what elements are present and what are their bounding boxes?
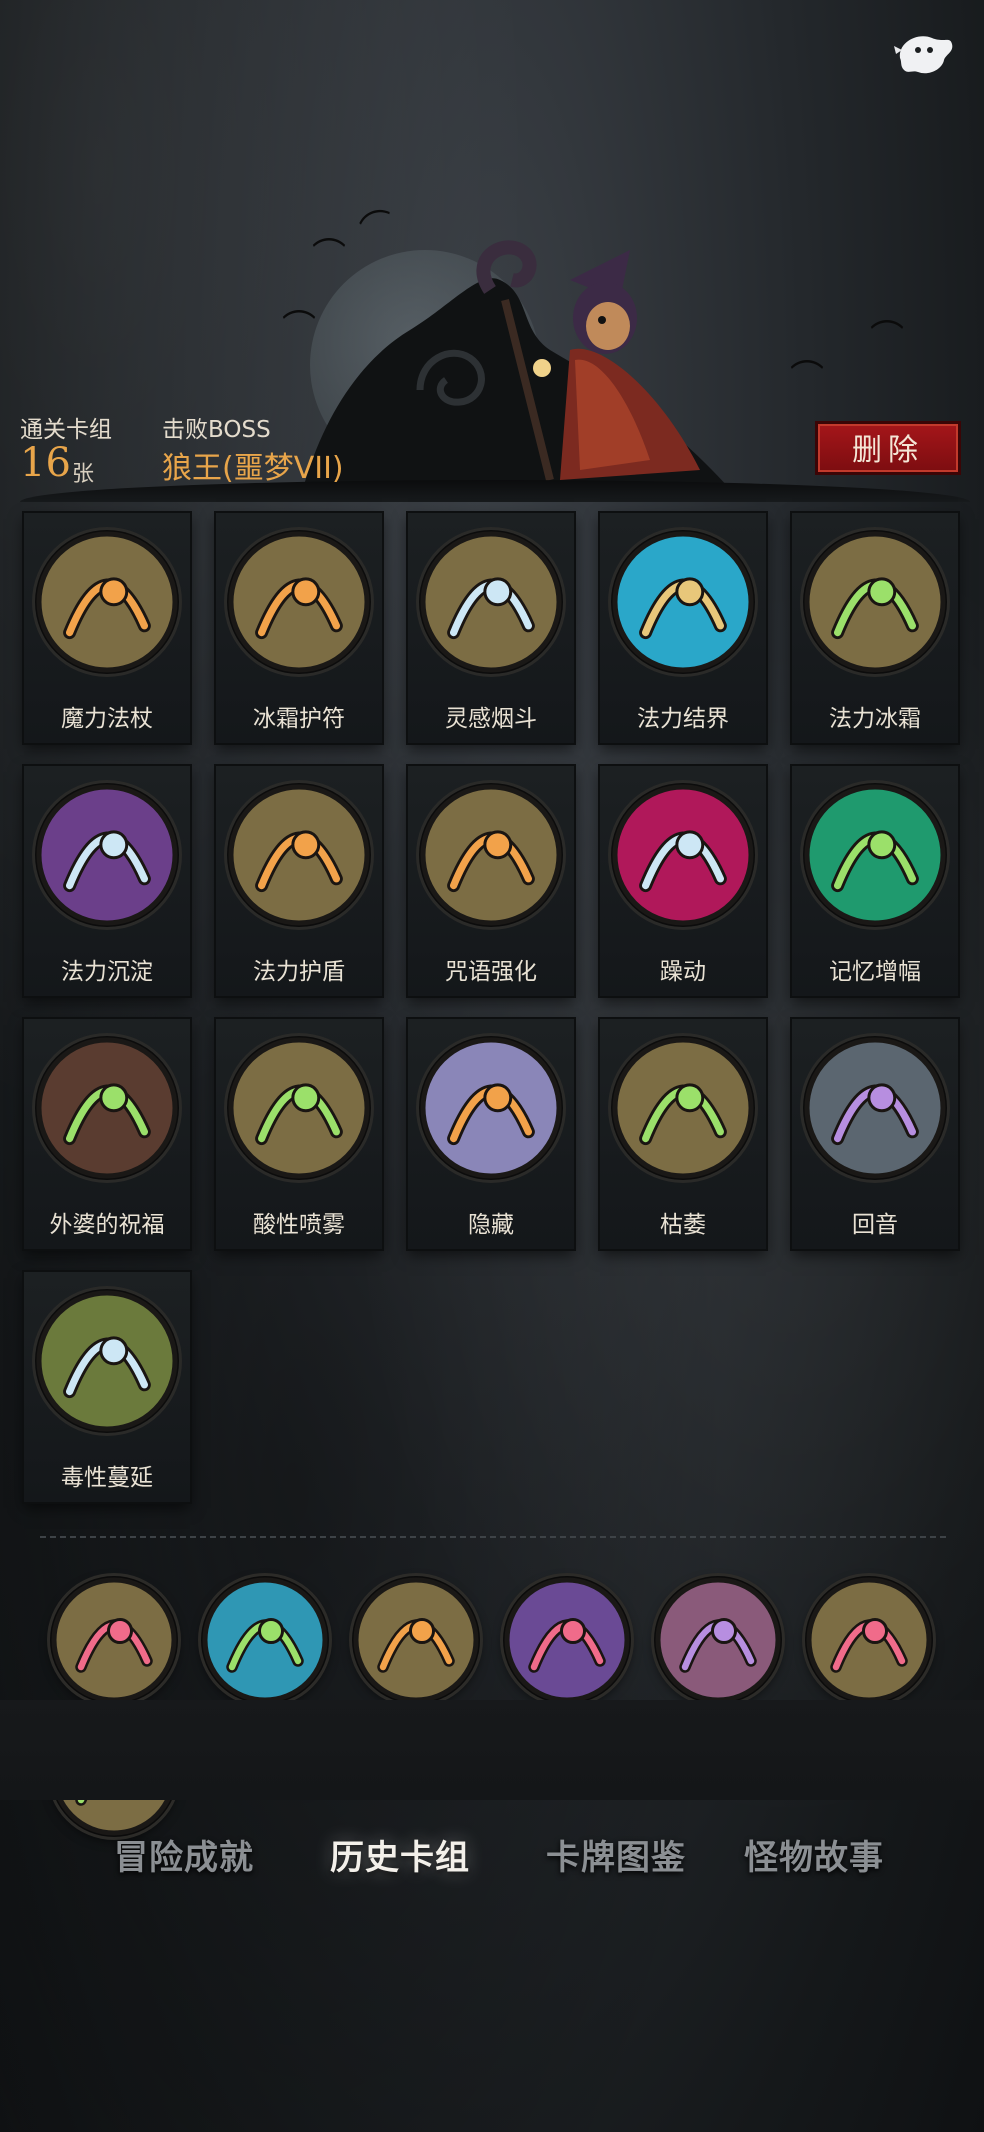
card-pack-relic-icon[interactable] xyxy=(352,1576,480,1704)
card-name: 外婆的祝福 xyxy=(49,1212,165,1238)
card-name: 毒性蔓延 xyxy=(61,1465,153,1491)
toxic-spread-icon xyxy=(35,1289,179,1433)
bat-icon: ⌒ xyxy=(312,236,346,276)
card-item[interactable]: 咒语强化 xyxy=(408,766,574,996)
mana-sediment-icon xyxy=(35,783,179,927)
card-name: 咒语强化 xyxy=(445,959,537,985)
dragon-relic-icon[interactable] xyxy=(503,1576,631,1704)
tab-history-deck[interactable]: 历史卡组 xyxy=(330,1830,470,1879)
tab-monster-stories[interactable]: 怪物故事 xyxy=(744,1830,884,1879)
ice-cave-relic-icon[interactable] xyxy=(201,1576,329,1704)
card-name: 回音 xyxy=(852,1212,898,1238)
pirate-relic-icon[interactable] xyxy=(805,1576,933,1704)
card-name: 枯萎 xyxy=(660,1212,706,1238)
staff-icon xyxy=(35,530,179,674)
grandma-blessing-icon xyxy=(35,1036,179,1180)
card-item[interactable]: 法力护盾 xyxy=(216,766,382,996)
card-item[interactable]: 法力沉淀 xyxy=(24,766,190,996)
card-item[interactable]: 灵感烟斗 xyxy=(408,513,574,743)
bat-icon: ⌒ xyxy=(870,318,904,358)
ghost-icon-button[interactable] xyxy=(888,24,958,84)
delete-button[interactable]: 删除 xyxy=(815,421,961,475)
bat-icon: ⌒ xyxy=(790,358,824,398)
hide-icon xyxy=(419,1036,563,1180)
mana-frost-icon xyxy=(803,530,947,674)
spellbook-relic-icon[interactable] xyxy=(50,1576,178,1704)
card-name: 灵感烟斗 xyxy=(445,706,537,732)
cleared-deck-label: 通关卡组 xyxy=(20,417,112,443)
restless-icon xyxy=(611,783,755,927)
card-name: 法力沉淀 xyxy=(61,959,153,985)
spell-boost-icon xyxy=(419,783,563,927)
card-item[interactable]: 记忆增幅 xyxy=(792,766,958,996)
card-item[interactable]: 枯萎 xyxy=(600,1019,766,1249)
card-item[interactable]: 魔力法杖 xyxy=(24,513,190,743)
gargoyle-relic-icon[interactable] xyxy=(654,1576,782,1704)
card-name: 酸性喷雾 xyxy=(253,1212,345,1238)
pipe-icon xyxy=(419,530,563,674)
defeated-boss-label: 击败BOSS xyxy=(162,417,271,443)
card-name: 魔力法杖 xyxy=(61,706,153,732)
mana-barrier-icon xyxy=(611,530,755,674)
wither-icon xyxy=(611,1036,755,1180)
card-name: 法力结界 xyxy=(637,706,729,732)
card-item[interactable]: 毒性蔓延 xyxy=(24,1272,190,1502)
card-name: 冰霜护符 xyxy=(253,706,345,732)
card-item[interactable]: 冰霜护符 xyxy=(216,513,382,743)
card-name: 躁动 xyxy=(660,959,706,985)
card-name: 隐藏 xyxy=(468,1212,514,1238)
card-item[interactable]: 酸性喷雾 xyxy=(216,1019,382,1249)
memory-amp-icon xyxy=(803,783,947,927)
section-divider xyxy=(40,1536,946,1538)
card-item[interactable]: 隐藏 xyxy=(408,1019,574,1249)
card-name: 法力护盾 xyxy=(253,959,345,985)
tab-adventure-achievements[interactable]: 冒险成就 xyxy=(114,1830,254,1879)
bottom-tab-bar: 冒险成就 历史卡组 卡牌图鉴 怪物故事 xyxy=(0,1830,984,1890)
card-name: 法力冰霜 xyxy=(829,706,921,732)
defeated-boss-name: 狼王(噩梦VII) xyxy=(162,451,344,486)
cleared-deck-unit: 张 xyxy=(72,462,95,487)
bat-icon: ⌒ xyxy=(282,308,316,348)
card-item[interactable]: 躁动 xyxy=(600,766,766,996)
acid-spray-icon xyxy=(227,1036,371,1180)
echo-icon xyxy=(803,1036,947,1180)
card-name: 记忆增幅 xyxy=(829,959,921,985)
card-item[interactable]: 法力冰霜 xyxy=(792,513,958,743)
mana-shield-icon xyxy=(227,783,371,927)
witch-illustration xyxy=(300,240,740,500)
frost-amulet-icon xyxy=(227,530,371,674)
card-item[interactable]: 法力结界 xyxy=(600,513,766,743)
tab-card-compendium[interactable]: 卡牌图鉴 xyxy=(546,1830,686,1879)
cleared-deck-count: 16 xyxy=(20,440,71,486)
card-item[interactable]: 外婆的祝福 xyxy=(24,1019,190,1249)
relic-overflow-mask xyxy=(0,1700,984,1800)
card-item[interactable]: 回音 xyxy=(792,1019,958,1249)
